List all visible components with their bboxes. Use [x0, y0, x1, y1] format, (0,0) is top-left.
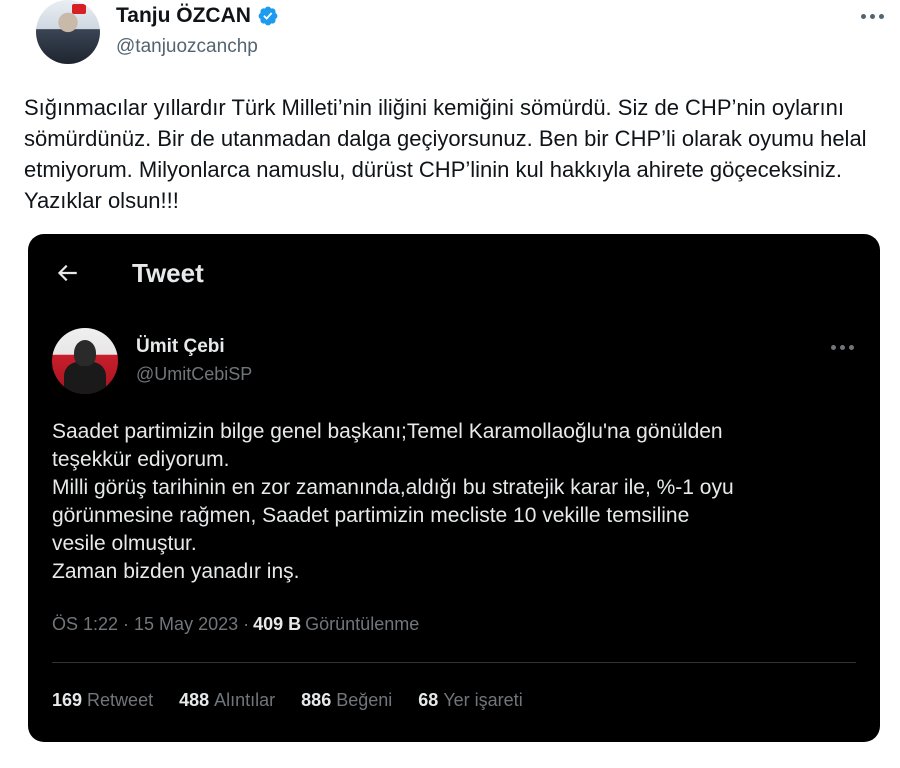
outer-author-handle[interactable]: @tanjuozcanchp [116, 36, 258, 58]
bookmark-stat: 68 Yer işareti [418, 690, 522, 711]
embedded-text-line: teşekkür ediyorum. [52, 448, 230, 471]
outer-author-name-row: Tanju ÖZCAN [116, 4, 279, 28]
verified-badge-icon [258, 6, 278, 26]
embedded-text-line: Zaman bizden yanadır inş. [52, 560, 300, 583]
embedded-author-name: Ümit Çebi [136, 336, 225, 357]
retweet-count: 169 [52, 690, 83, 710]
retweet-stat: 169 Retweet [52, 690, 153, 711]
bookmark-count: 68 [418, 690, 439, 710]
more-options-icon[interactable] [858, 8, 886, 24]
back-arrow-icon [57, 264, 77, 282]
embedded-tweet-text: Saadet partimizin bilge genel başkanı;Te… [52, 418, 852, 586]
embedded-header-title: Tweet [132, 258, 204, 288]
retweet-label: Retweet [87, 690, 154, 710]
embedded-meta-row: ÖS 1:22 · 15 May 2023 · 409 B Görüntülen… [52, 614, 419, 635]
embedded-views-label: Görüntülenme [305, 614, 420, 634]
flag-icon [72, 4, 86, 14]
embedded-text-line: Saadet partimizin bilge genel başkanı;Te… [52, 420, 723, 443]
embedded-author-handle: @UmitCebiSP [136, 364, 253, 384]
embedded-author-avatar [52, 328, 118, 394]
embedded-more-options-icon [828, 340, 856, 354]
embedded-stats-row: 169 Retweet 488 Alıntılar 886 Beğeni 68 … [52, 690, 523, 711]
embedded-tweet-screenshot[interactable]: Tweet Ümit Çebi @UmitCebiSP Saadet parti… [28, 234, 880, 742]
outer-author-avatar[interactable] [36, 0, 100, 64]
quote-stat: 488 Alıntılar [179, 690, 275, 711]
embedded-header: Tweet [28, 234, 880, 310]
outer-tweet-text: Sığınmacılar yıllardır Türk Milleti’nin … [24, 95, 867, 213]
embedded-text-line: görünmesine rağmen, Saadet partimizin me… [52, 504, 690, 527]
outer-author-name[interactable]: Tanju ÖZCAN [116, 4, 251, 28]
embedded-text-line: Milli görüş tarihinin en zor zamanında,a… [52, 476, 734, 499]
divider [52, 662, 856, 663]
quote-count: 488 [179, 690, 210, 710]
like-label: Beğeni [336, 690, 393, 710]
embedded-timestamp: ÖS 1:22 · 15 May 2023 · [52, 614, 250, 634]
embedded-views-count: 409 B [253, 614, 302, 634]
like-stat: 886 Beğeni [301, 690, 392, 711]
like-count: 886 [301, 690, 332, 710]
embedded-text-line: vesile olmuştur. [52, 532, 197, 555]
bookmark-label: Yer işareti [443, 690, 523, 710]
outer-tweet-header: Tanju ÖZCAN @tanjuozcanchp [36, 0, 886, 80]
quote-label: Alıntılar [214, 690, 276, 710]
